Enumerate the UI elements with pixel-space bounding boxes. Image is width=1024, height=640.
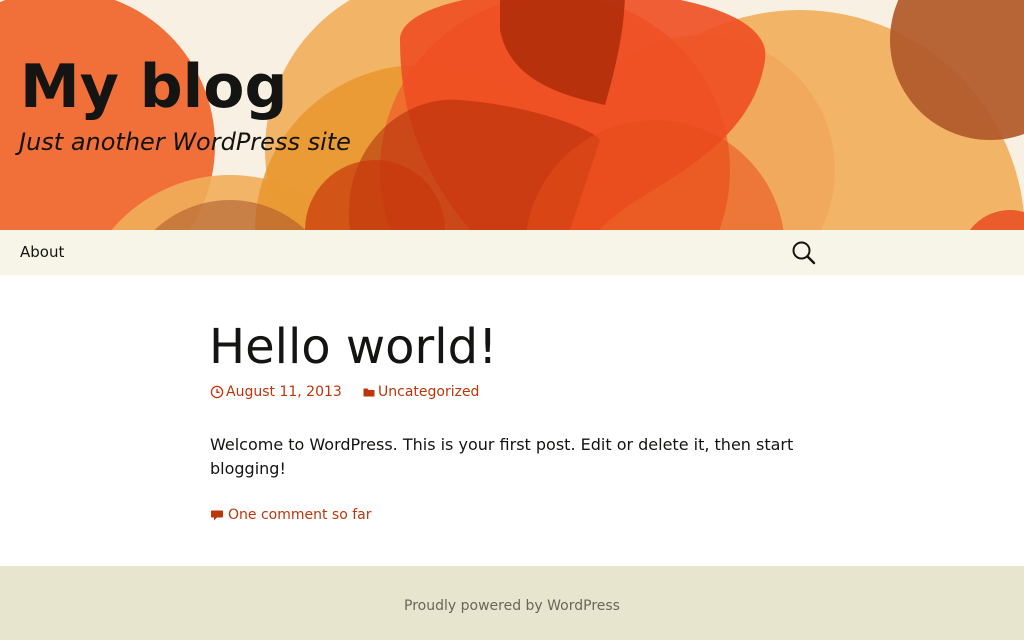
site-title[interactable]: My blog bbox=[20, 52, 287, 122]
footer-credit-link[interactable]: Proudly powered by WordPress bbox=[0, 597, 1024, 615]
comment-bubble-icon bbox=[211, 510, 223, 521]
site-tagline: Just another WordPress site bbox=[19, 128, 351, 156]
post-category: Uncategorized bbox=[378, 384, 480, 400]
post-date-link[interactable]: August 11, 2013 bbox=[210, 383, 342, 401]
post-title[interactable]: Hello world! bbox=[209, 318, 497, 376]
nav-item-about[interactable]: About bbox=[20, 242, 64, 262]
site-footer: Proudly powered by WordPress bbox=[0, 566, 1024, 640]
comments-link[interactable]: One comment so far bbox=[210, 506, 372, 524]
search-icon[interactable] bbox=[788, 237, 818, 267]
main-content bbox=[0, 275, 1024, 566]
site-header: My blog Just another WordPress site bbox=[0, 0, 1024, 230]
folder-icon bbox=[363, 388, 375, 397]
clock-icon bbox=[210, 385, 224, 399]
comments-link-label: One comment so far bbox=[228, 507, 372, 523]
post-date: August 11, 2013 bbox=[226, 384, 342, 400]
post-content: Welcome to WordPress. This is your first… bbox=[210, 435, 794, 478]
post-category-link[interactable]: Uncategorized bbox=[362, 383, 479, 401]
main-navigation: About bbox=[0, 230, 1024, 275]
